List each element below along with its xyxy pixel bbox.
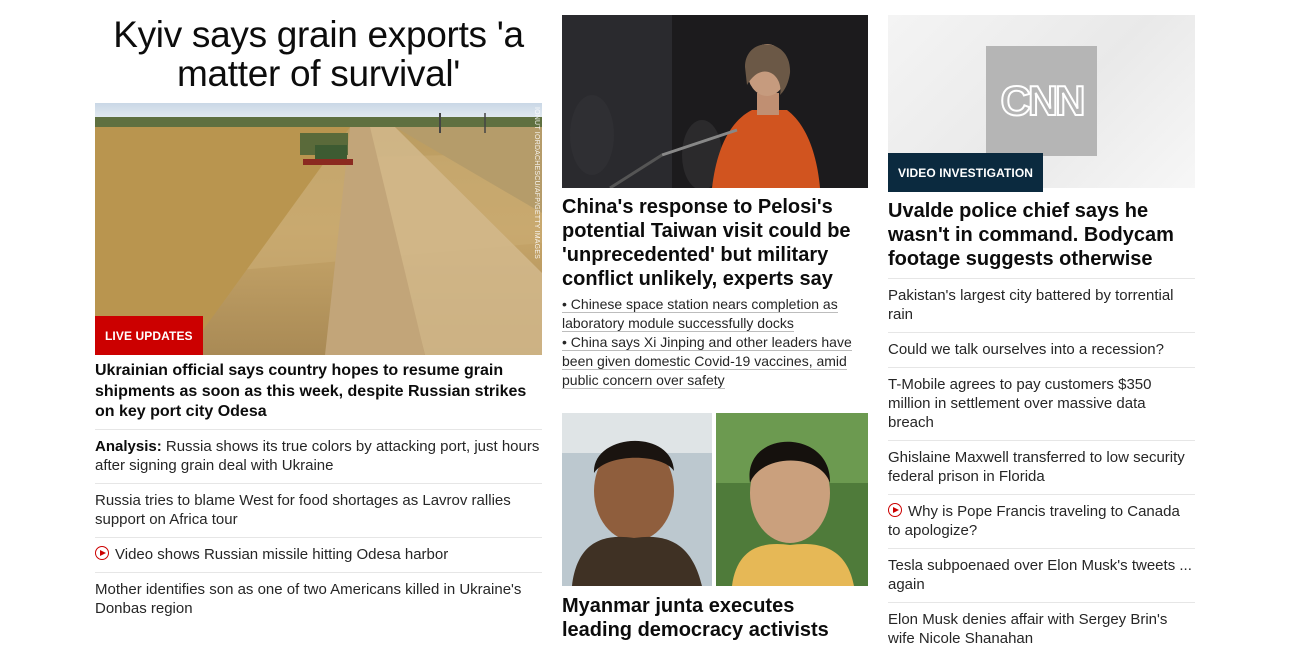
grain-shipments-headline[interactable]: Ukrainian official says country hopes to… [95, 361, 542, 423]
main-headline[interactable]: Kyiv says grain exports 'a matter of sur… [95, 15, 542, 93]
list-item[interactable]: Elon Musk denies affair with Sergey Brin… [888, 602, 1195, 656]
list-item[interactable]: Why is Pope Francis traveling to Canada … [888, 494, 1195, 548]
analysis-label: Analysis: [95, 438, 162, 455]
story-link[interactable]: Why is Pope Francis traveling to Canada … [888, 503, 1180, 539]
story-link[interactable]: Analysis: Russia shows its true colors b… [95, 438, 539, 474]
story-link[interactable]: Russia tries to blame West for food shor… [95, 492, 511, 528]
list-item[interactable]: Ghislaine Maxwell transferred to low sec… [888, 440, 1195, 494]
list-item[interactable]: Analysis: Russia shows its true colors b… [95, 429, 542, 483]
list-item[interactable]: Russia tries to blame West for food shor… [95, 483, 542, 537]
list-item[interactable]: Mother identifies son as one of two Amer… [95, 572, 542, 626]
list-item[interactable]: • Chinese space station nears completion… [562, 295, 868, 333]
myanmar-activists-image[interactable] [562, 413, 868, 586]
story-link[interactable]: Mother identifies son as one of two Amer… [95, 581, 521, 617]
story-link[interactable]: Elon Musk denies affair with Sergey Brin… [888, 611, 1167, 647]
list-item[interactable]: Tesla subpoenaed over Elon Musk's tweets… [888, 548, 1195, 602]
uvalde-headline[interactable]: Uvalde police chief says he wasn't in co… [888, 199, 1195, 271]
right-story-list: Pakistan's largest city battered by torr… [888, 278, 1195, 656]
image-credit: IONUT IORDACHESCU/AFP/GETTY IMAGES [533, 107, 540, 260]
left-column: Kyiv says grain exports 'a matter of sur… [95, 0, 542, 617]
story-link[interactable]: Could we talk ourselves into a recession… [888, 341, 1164, 358]
myanmar-headline[interactable]: Myanmar junta executes leading democracy… [562, 594, 868, 642]
cnn-logo: CNN [986, 46, 1097, 156]
list-item[interactable]: Pakistan's largest city battered by torr… [888, 278, 1195, 332]
story-link[interactable]: Ghislaine Maxwell transferred to low sec… [888, 449, 1185, 485]
left-story-list: Analysis: Russia shows its true colors b… [95, 429, 542, 626]
china-bullet-list: • Chinese space station nears completion… [562, 295, 868, 390]
story-link[interactable]: • Chinese space station nears completion… [562, 296, 838, 332]
video-investigation-badge[interactable]: VIDEO INVESTIGATION [888, 153, 1044, 192]
story-link[interactable]: Tesla subpoenaed over Elon Musk's tweets… [888, 557, 1192, 593]
list-item[interactable]: Video shows Russian missile hitting Odes… [95, 537, 542, 572]
play-icon [888, 503, 902, 517]
list-item[interactable]: • China says Xi Jinping and other leader… [562, 333, 868, 390]
story-link[interactable]: T-Mobile agrees to pay customers $350 mi… [888, 376, 1151, 431]
pelosi-image[interactable] [562, 15, 868, 188]
live-updates-badge[interactable]: LIVE UPDATES [95, 316, 203, 355]
story-link[interactable]: • China says Xi Jinping and other leader… [562, 334, 852, 389]
list-item[interactable]: Could we talk ourselves into a recession… [888, 332, 1195, 367]
cnn-logo-text: CNN [1000, 76, 1087, 125]
story-link[interactable]: Video shows Russian missile hitting Odes… [115, 546, 448, 563]
list-item[interactable]: T-Mobile agrees to pay customers $350 mi… [888, 367, 1195, 440]
story-text: Russia shows its true colors by attackin… [95, 438, 540, 474]
story-link[interactable]: Pakistan's largest city battered by torr… [888, 287, 1174, 323]
pelosi-taiwan-headline[interactable]: China's response to Pelosi's potential T… [562, 195, 868, 291]
play-icon [95, 546, 109, 560]
